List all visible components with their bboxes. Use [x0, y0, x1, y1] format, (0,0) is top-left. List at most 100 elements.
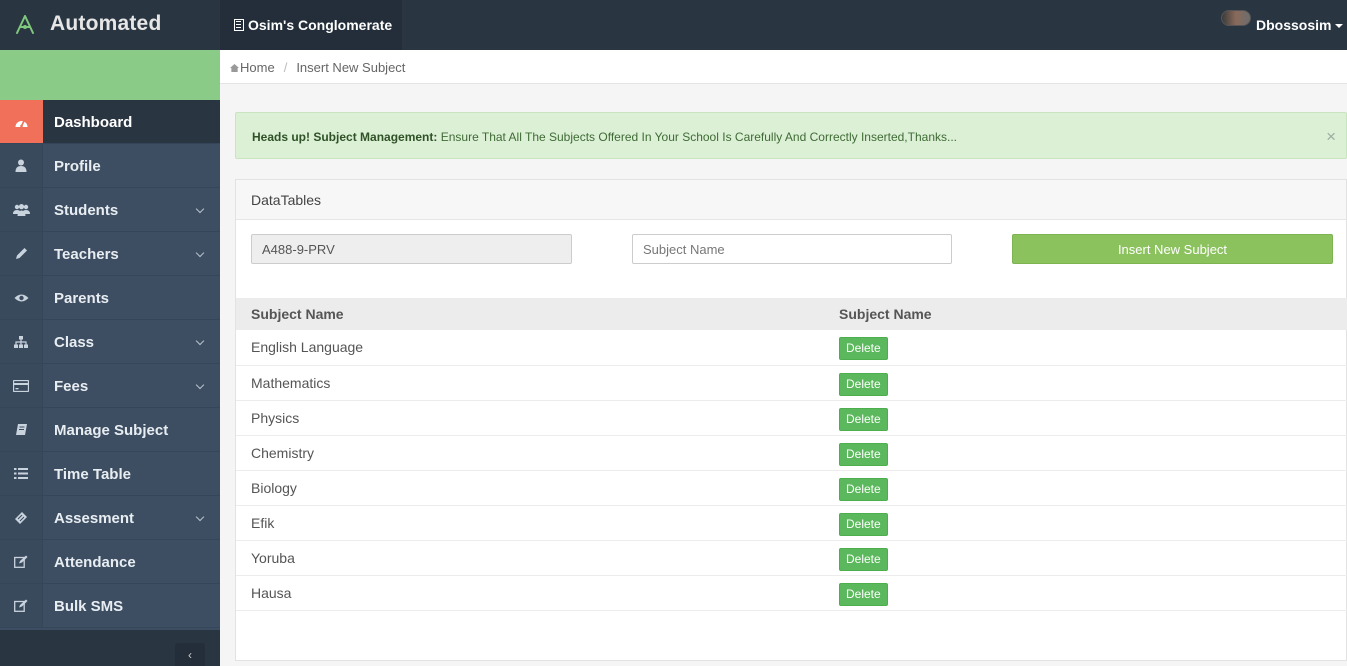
sidebar-item-label: Assesment: [54, 510, 135, 527]
caret-down-icon: [1335, 24, 1344, 28]
school-code-field: A488-9-PRV: [251, 234, 572, 264]
action-cell: Delete: [824, 435, 1347, 471]
action-cell: Delete: [824, 365, 1347, 401]
delete-button[interactable]: Delete: [839, 442, 888, 466]
delete-button[interactable]: Delete: [839, 477, 888, 501]
delete-button[interactable]: Delete: [839, 407, 888, 431]
subject-name-cell: Mathematics: [236, 365, 824, 401]
insert-subject-button[interactable]: Insert New Subject: [1012, 234, 1333, 264]
table-row: Biology Delete: [236, 470, 1347, 506]
subjects-panel: DataTables A488-9-PRV Insert New Subject…: [235, 179, 1347, 661]
delete-button[interactable]: Delete: [839, 337, 888, 361]
sidebar-item-label: Fees: [54, 378, 89, 395]
top-bar: Automated Osim's Conglomerate Dbossosim: [0, 0, 1347, 50]
breadcrumb-home[interactable]: Home: [240, 60, 275, 75]
brand[interactable]: Automated: [0, 0, 220, 50]
sidebar-item-attendance[interactable]: Attendance: [0, 540, 220, 584]
table-row: Chemistry Delete: [236, 435, 1347, 471]
sidebar-collapse-button[interactable]: ‹: [175, 643, 205, 666]
org-name: Osim's Conglomerate: [248, 17, 393, 33]
alert-message: Ensure That All The Subjects Offered In …: [440, 130, 957, 144]
sidebar-item-time-table[interactable]: Time Table: [0, 452, 220, 496]
subject-name-cell: Chemistry: [236, 435, 824, 471]
ticket-icon: [0, 496, 43, 539]
sidebar-item-teachers[interactable]: Teachers: [0, 232, 220, 276]
sidebar-item-dashboard[interactable]: Dashboard: [0, 100, 220, 144]
sidebar-item-label: Bulk SMS: [54, 598, 124, 615]
subject-name-cell: Hausa: [236, 575, 824, 611]
edit-icon: [0, 584, 43, 627]
chevron-down-icon: [195, 512, 205, 522]
close-icon[interactable]: ×: [1326, 127, 1336, 147]
credit-card-icon: [0, 364, 43, 407]
delete-button[interactable]: Delete: [839, 582, 888, 606]
sidebar-item-label: Attendance: [54, 554, 136, 571]
table-body: English Language Delete Mathematics Delete P…: [236, 330, 1347, 611]
book-icon: [0, 408, 43, 451]
table-row: English Language Delete: [236, 330, 1347, 366]
action-cell: Delete: [824, 575, 1347, 611]
logo-icon: [16, 15, 34, 34]
column-header-action[interactable]: Subject Name: [824, 298, 1347, 330]
sidebar-item-bulk-sms[interactable]: Bulk SMS: [0, 584, 220, 628]
subject-name-cell: Biology: [236, 470, 824, 506]
sidebar-footer: ‹: [0, 630, 220, 666]
subject-name-cell: Yoruba: [236, 540, 824, 576]
sidebar-nav: Dashboard Profile Students Teachers Parents C…: [0, 100, 220, 628]
action-cell: Delete: [824, 540, 1347, 576]
chevron-down-icon: [195, 204, 205, 214]
sidebar-item-label: Manage Subject: [54, 422, 169, 439]
brand-name: Automated: [50, 12, 162, 35]
action-cell: Delete: [824, 330, 1347, 366]
breadcrumb: Home / Insert New Subject: [220, 50, 1347, 84]
org-tab[interactable]: Osim's Conglomerate: [220, 0, 402, 50]
sidebar-item-label: Dashboard: [54, 114, 133, 131]
sidebar-item-assesment[interactable]: Assesment: [0, 496, 220, 540]
sidebar-item-label: Class: [54, 334, 95, 351]
avatar: [1221, 10, 1251, 26]
chevron-down-icon: [195, 248, 205, 258]
delete-button[interactable]: Delete: [839, 547, 888, 571]
subject-name-cell: Physics: [236, 400, 824, 436]
home-icon: [230, 64, 239, 72]
chevron-down-icon: [195, 336, 205, 346]
building-icon: [234, 19, 244, 31]
sidebar-item-students[interactable]: Students: [0, 188, 220, 232]
sidebar-item-label: Parents: [54, 290, 110, 307]
eye-icon: [0, 276, 43, 319]
dashboard-icon: [0, 100, 43, 143]
sidebar: Dashboard Profile Students Teachers Parents C…: [0, 50, 220, 666]
subject-name-cell: English Language: [236, 330, 824, 366]
sidebar-item-label: Profile: [54, 158, 101, 175]
panel-title: DataTables: [236, 180, 1346, 220]
action-cell: Delete: [824, 470, 1347, 506]
subject-name-input[interactable]: [632, 234, 952, 264]
sidebar-item-fees[interactable]: Fees: [0, 364, 220, 408]
table-row: Yoruba Delete: [236, 540, 1347, 576]
breadcrumb-separator: /: [283, 60, 288, 75]
user-name: Dbossosim: [1256, 17, 1332, 33]
sidebar-item-manage-subject[interactable]: Manage Subject: [0, 408, 220, 452]
delete-button[interactable]: Delete: [839, 372, 888, 396]
table-header-row: Subject Name Subject Name: [236, 298, 1347, 330]
pencil-icon: [0, 232, 43, 275]
action-cell: Delete: [824, 505, 1347, 541]
chevron-down-icon: [195, 380, 205, 390]
table-row: Physics Delete: [236, 400, 1347, 436]
sidebar-item-class[interactable]: Class: [0, 320, 220, 364]
sidebar-item-parents[interactable]: Parents: [0, 276, 220, 320]
subjects-table: Subject Name Subject Name English Langua…: [236, 298, 1347, 611]
list-icon: [0, 452, 43, 495]
sidebar-item-label: Students: [54, 202, 119, 219]
edit-icon: [0, 540, 43, 583]
sidebar-header-band: [0, 50, 220, 100]
sidebar-item-profile[interactable]: Profile: [0, 144, 220, 188]
alert-title: Heads up! Subject Management:: [252, 130, 438, 144]
sitemap-icon: [0, 320, 43, 363]
sidebar-item-label: Time Table: [54, 466, 131, 483]
user-icon: [0, 144, 43, 187]
table-row: Efik Delete: [236, 505, 1347, 541]
column-header-subject[interactable]: Subject Name: [236, 298, 824, 330]
delete-button[interactable]: Delete: [839, 512, 888, 536]
info-alert: Heads up! Subject Management: Ensure Tha…: [235, 112, 1347, 159]
